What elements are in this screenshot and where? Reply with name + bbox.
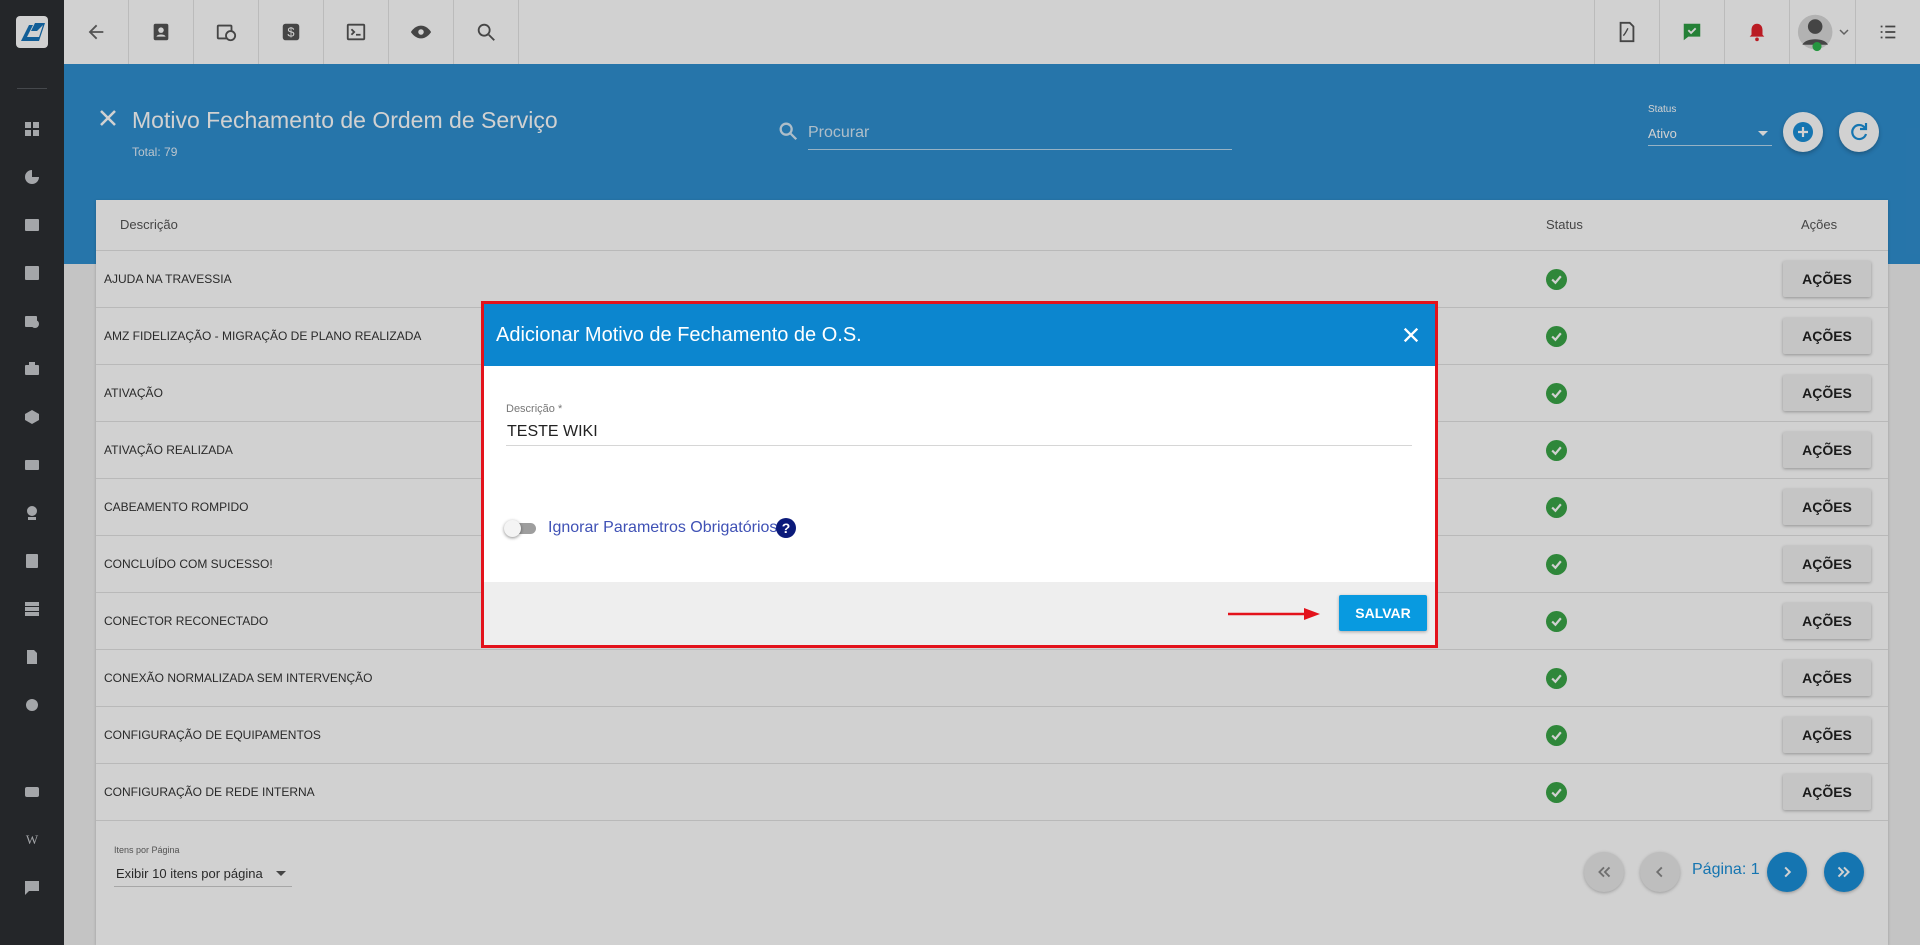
close-icon (1403, 327, 1419, 343)
dialog-body: Descrição * Ignorar Parametros Obrigatór… (484, 366, 1435, 582)
annotation-arrow-icon (1228, 608, 1320, 620)
ignore-required-label[interactable]: Ignorar Parametros Obrigatórios (548, 519, 777, 537)
add-closing-reason-dialog: Adicionar Motivo de Fechamento de O.S. D… (481, 301, 1438, 648)
dialog-close-button[interactable] (1399, 323, 1423, 347)
toggle-knob (504, 520, 521, 537)
description-field-label: Descrição * (506, 403, 563, 415)
dialog-footer: SALVAR (484, 582, 1435, 645)
description-input[interactable] (506, 418, 1412, 446)
help-question-icon[interactable]: ? (776, 518, 796, 538)
dialog-header: Adicionar Motivo de Fechamento de O.S. (484, 304, 1435, 366)
ignore-required-toggle[interactable] (504, 520, 538, 537)
save-button[interactable]: SALVAR (1339, 595, 1427, 631)
dialog-title: Adicionar Motivo de Fechamento de O.S. (496, 323, 862, 346)
